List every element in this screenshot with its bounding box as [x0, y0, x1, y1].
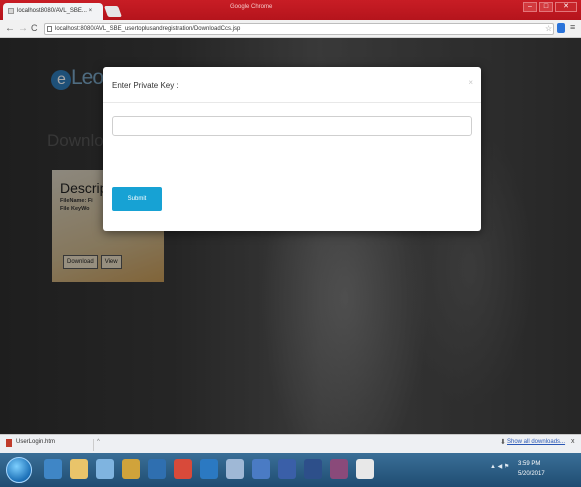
start-button[interactable]: [6, 457, 32, 483]
close-icon[interactable]: ×: [468, 78, 473, 87]
app-icon[interactable]: [356, 459, 374, 479]
system-tray[interactable]: ▲ ◀ ⚑: [490, 463, 509, 470]
app-icon[interactable]: [226, 459, 244, 479]
page-icon: [47, 26, 52, 32]
window-title: Google Chrome: [230, 4, 273, 10]
ie-icon[interactable]: [44, 459, 62, 479]
clock-date: 5/20/2017: [518, 471, 545, 477]
windows-taskbar: ▲ ◀ ⚑ 3:59 PM 5/20/2017: [0, 453, 581, 487]
reload-button[interactable]: C: [31, 23, 38, 34]
download-item-label: UserLogin.htm: [16, 439, 56, 445]
maximize-button[interactable]: □: [539, 2, 553, 12]
download-item[interactable]: UserLogin.htm: [6, 439, 94, 451]
minimize-button[interactable]: –: [523, 2, 537, 12]
new-tab-button[interactable]: [103, 6, 123, 17]
browser-titlebar: localhost8080/AVL_SBE... × Google Chrome…: [0, 0, 581, 20]
app-icon[interactable]: [200, 459, 218, 479]
browser-toolbar: ← → C localhost:8080/AVL_SBE_usertoplusa…: [0, 20, 581, 38]
chevron-up-icon[interactable]: ^: [97, 439, 100, 445]
file-icon: [6, 439, 12, 447]
dialog-header: Enter Private Key : ×: [103, 67, 481, 103]
close-window-button[interactable]: ✕: [555, 2, 577, 12]
private-key-input[interactable]: [112, 116, 472, 136]
app-icon[interactable]: [330, 459, 348, 479]
menu-icon[interactable]: ≡: [570, 22, 575, 32]
word-icon[interactable]: [252, 459, 270, 479]
close-icon[interactable]: x: [571, 438, 575, 445]
page-icon: [8, 8, 14, 14]
bookmark-star-icon[interactable]: ☆: [545, 24, 552, 33]
app-icon[interactable]: [278, 459, 296, 479]
show-all-downloads-link[interactable]: Show all downloads...: [507, 439, 565, 445]
app-icon[interactable]: [96, 459, 114, 479]
private-key-dialog: Enter Private Key : × Submit: [103, 67, 481, 231]
tab-title: localhost8080/AVL_SBE... ×: [17, 8, 93, 14]
address-url: localhost:8080/AVL_SBE_usertoplusandregi…: [55, 26, 241, 32]
back-button[interactable]: ←: [5, 23, 15, 34]
submit-button[interactable]: Submit: [112, 187, 162, 211]
app-icon[interactable]: [304, 459, 322, 479]
address-bar[interactable]: localhost:8080/AVL_SBE_usertoplusandregi…: [44, 23, 554, 35]
page-viewport: e Leon Download Descript FileName: Fi Fil…: [0, 38, 581, 434]
clock-time: 3:59 PM: [518, 461, 541, 467]
download-icon: ⬇: [500, 439, 506, 446]
folder-icon[interactable]: [70, 459, 88, 479]
dialog-title: Enter Private Key :: [112, 81, 179, 90]
clock[interactable]: 3:59 PM 5/20/2017: [518, 459, 545, 479]
window-controls: – □ ✕: [523, 2, 577, 12]
extension-icon[interactable]: [557, 23, 565, 33]
app-icon[interactable]: [148, 459, 166, 479]
app-icon[interactable]: [122, 459, 140, 479]
browser-tab[interactable]: localhost8080/AVL_SBE... ×: [3, 3, 103, 20]
download-shelf: UserLogin.htm ^ ⬇ Show all downloads... …: [0, 434, 581, 453]
chrome-icon[interactable]: [174, 459, 192, 479]
forward-button[interactable]: →: [18, 23, 28, 34]
